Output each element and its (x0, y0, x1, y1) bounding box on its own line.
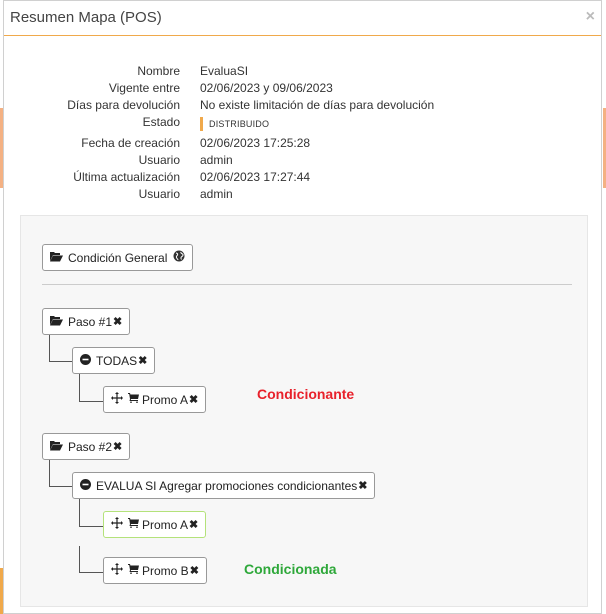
globe-icon (173, 250, 185, 265)
tree-connector (79, 546, 106, 573)
status-badge: DISTRIBUIDO (200, 117, 269, 131)
tree-connector (79, 374, 106, 402)
info-label: Días para devolución (67, 98, 180, 112)
step-node-2[interactable]: Paso #2 ✖ (42, 433, 131, 460)
info-value: 02/06/2023 y 09/06/2023 (200, 81, 333, 95)
condicionada-label: Condicionada (244, 561, 337, 577)
remove-icon[interactable]: ✖ (189, 393, 198, 406)
info-label: Nombre (137, 64, 180, 78)
tree-connector (79, 499, 106, 527)
info-label: Usuario (138, 187, 180, 201)
minus-circle-icon (80, 478, 91, 493)
folder-open-icon (50, 440, 63, 454)
minus-circle-icon (80, 353, 91, 368)
info-label: Vigente entre (108, 81, 180, 95)
info-row-usuario: Usuario admin (4, 151, 601, 168)
node-label: Promo A (142, 517, 189, 532)
info-row-vigencia: Vigente entre 02/06/2023 y 09/06/2023 (4, 79, 601, 96)
cart-icon (128, 518, 139, 531)
move-icon (111, 392, 123, 407)
folder-open-icon (50, 315, 63, 329)
info-row-nombre: Nombre EvaluaSI (4, 62, 601, 79)
group-node[interactable]: EVALUA SI Agregar promociones condiciona… (72, 472, 376, 499)
cart-icon (128, 393, 139, 406)
node-label: Paso #2 (68, 439, 113, 454)
node-label: EVALUA SI Agregar promociones condiciona… (96, 478, 358, 493)
info-row-estado: Estado DISTRIBUIDO (4, 113, 601, 134)
modal-title: Resumen Mapa (POS) (10, 9, 162, 26)
info-label: Usuario (138, 153, 180, 167)
info-label: Estado (142, 115, 180, 129)
info-row-usuario-2: Usuario admin (4, 185, 601, 202)
info-row-actualizacion: Última actualización 02/06/2023 17:27:44 (4, 168, 601, 185)
divider (42, 284, 572, 285)
cart-icon (128, 564, 139, 577)
node-label: Promo B (142, 563, 189, 578)
info-value: No existe limitación de días para devolu… (200, 98, 435, 112)
remove-icon[interactable]: ✖ (113, 440, 122, 453)
info-value: admin (200, 153, 233, 167)
condicionante-label: Condicionante (257, 386, 355, 402)
group-node[interactable]: TODAS ✖ (72, 347, 156, 374)
remove-icon[interactable]: ✖ (358, 479, 367, 492)
info-row-dias: Días para devolución No existe limitació… (4, 96, 601, 113)
conditions-tree: Condición General Paso #1 ✖ TODAS ✖ Prom… (20, 215, 588, 607)
node-label: Paso #1 (68, 314, 113, 329)
info-value: 02/06/2023 17:27:44 (200, 170, 311, 184)
folder-open-icon (50, 251, 63, 265)
promo-node[interactable]: Promo A ✖ (103, 511, 207, 538)
remove-icon[interactable]: ✖ (138, 354, 147, 367)
remove-icon[interactable]: ✖ (189, 518, 198, 531)
info-label: Última actualización (73, 170, 180, 184)
step-node-1[interactable]: Paso #1 ✖ (42, 308, 131, 335)
move-icon (111, 563, 123, 578)
info-value: admin (200, 187, 233, 201)
status-badge-wrap: DISTRIBUIDO (200, 115, 269, 131)
node-label: TODAS (96, 353, 138, 368)
node-label: Promo A (142, 392, 189, 407)
move-icon (111, 517, 123, 532)
general-condition-node[interactable]: Condición General (42, 244, 194, 271)
info-row-creacion: Fecha de creación 02/06/2023 17:25:28 (4, 134, 601, 151)
node-label: Condición General (68, 250, 168, 265)
summary-modal: Resumen Mapa (POS) × Nombre EvaluaSI Vig… (3, 0, 602, 614)
modal-header: Resumen Mapa (POS) × (4, 1, 601, 36)
info-value: 02/06/2023 17:25:28 (200, 136, 311, 150)
info-label: Fecha de creación (81, 136, 180, 150)
remove-icon[interactable]: ✖ (190, 564, 199, 577)
remove-icon[interactable]: ✖ (113, 315, 122, 328)
promo-node[interactable]: Promo A ✖ (103, 386, 207, 413)
summary-info: Nombre EvaluaSI Vigente entre 02/06/2023… (4, 62, 601, 202)
promo-node[interactable]: Promo B ✖ (103, 557, 207, 584)
info-value: EvaluaSI (200, 64, 249, 78)
close-icon[interactable]: × (586, 8, 595, 26)
